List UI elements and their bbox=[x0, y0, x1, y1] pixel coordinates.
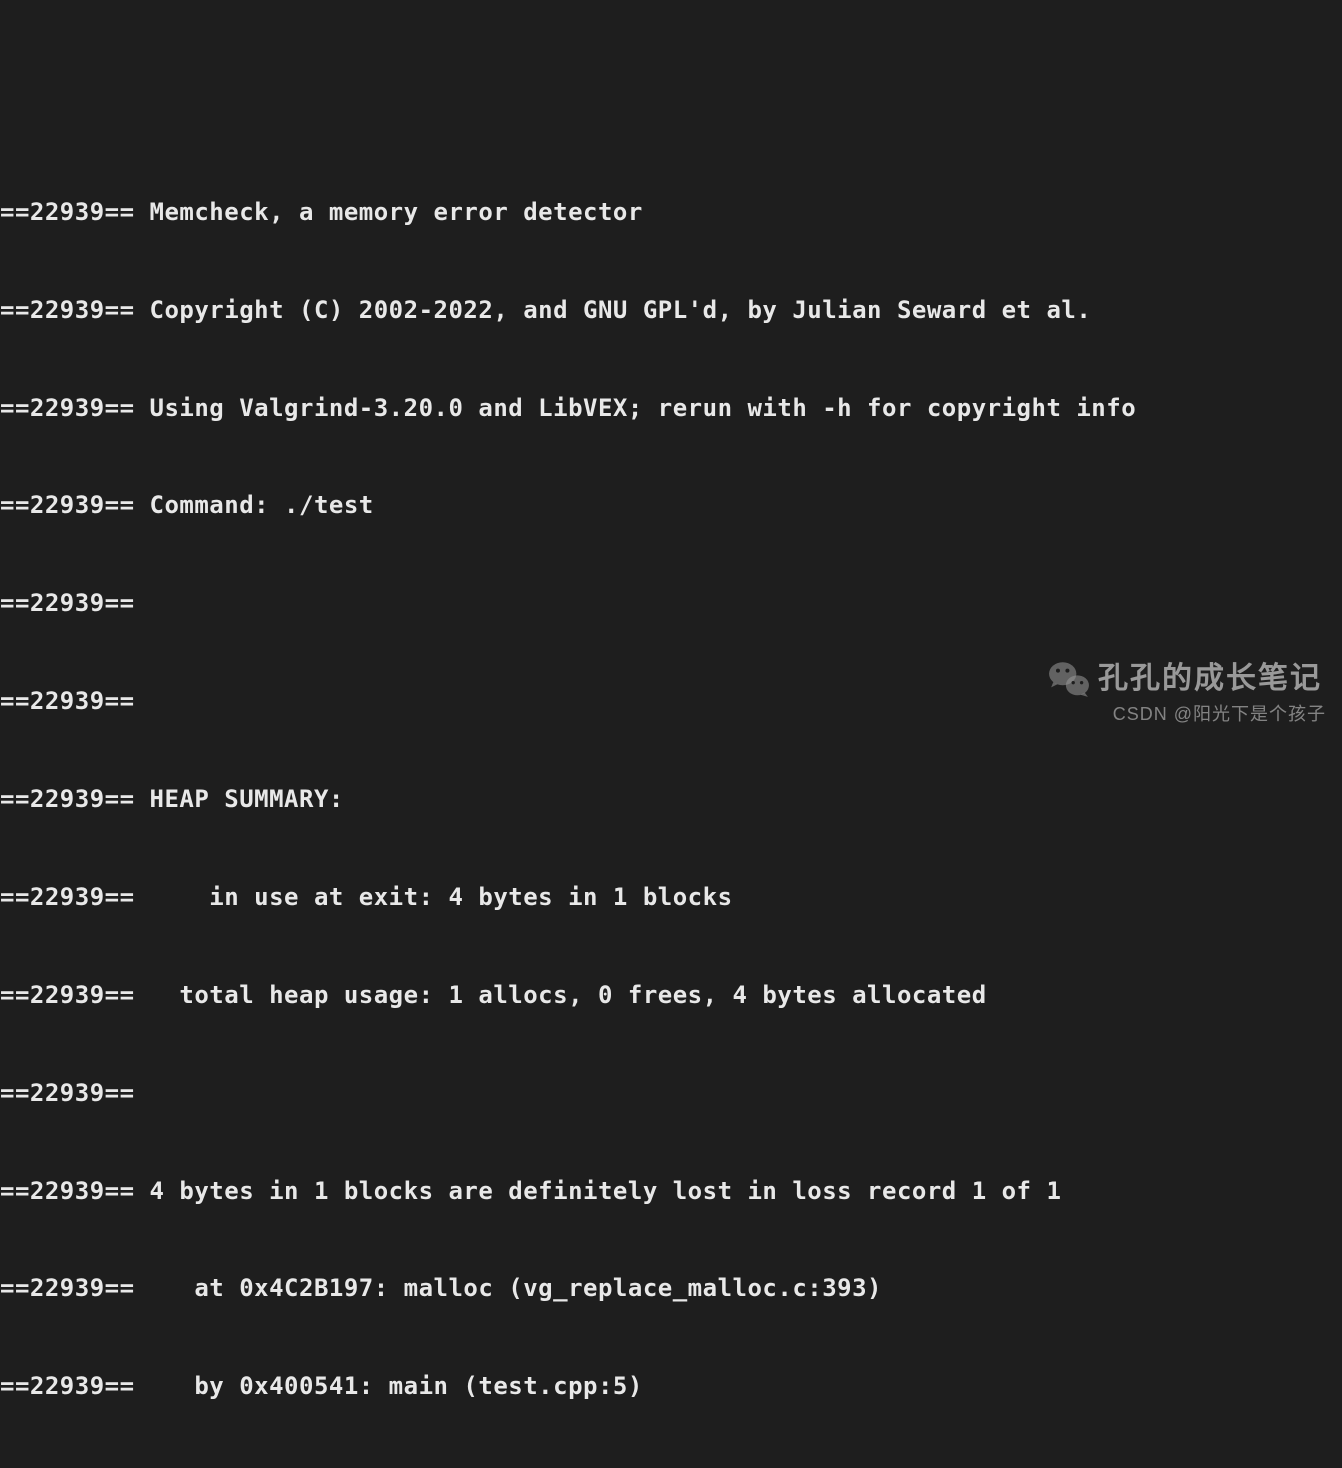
line-text: Memcheck, a memory error detector bbox=[135, 198, 643, 226]
pid-prefix: ==22939== bbox=[0, 785, 135, 813]
pid-prefix: ==22939== bbox=[0, 981, 135, 1009]
pid-prefix: ==22939== bbox=[0, 1079, 135, 1107]
wechat-watermark-text: 孔孔的成长笔记 bbox=[1098, 659, 1322, 700]
valgrind-line: ==22939== at 0x4C2B197: malloc (vg_repla… bbox=[0, 1272, 1342, 1305]
pid-prefix: ==22939== bbox=[0, 198, 135, 226]
valgrind-line: ==22939== Copyright (C) 2002-2022, and G… bbox=[0, 294, 1342, 327]
pid-prefix: ==22939== bbox=[0, 687, 135, 715]
wechat-icon bbox=[1048, 658, 1090, 700]
pid-prefix: ==22939== bbox=[0, 1274, 135, 1302]
valgrind-line: ==22939== by 0x400541: main (test.cpp:5) bbox=[0, 1370, 1342, 1403]
line-text: HEAP SUMMARY: bbox=[135, 785, 344, 813]
line-text: Using Valgrind-3.20.0 and LibVEX; rerun … bbox=[135, 394, 1137, 422]
line-text: by 0x400541: main (test.cpp:5) bbox=[135, 1372, 643, 1400]
pid-prefix: ==22939== bbox=[0, 883, 135, 911]
csdn-watermark: CSDN @阳光下是个孩子 bbox=[1113, 702, 1326, 726]
line-text: 4 bytes in 1 blocks are definitely lost … bbox=[135, 1177, 1062, 1205]
pid-prefix: ==22939== bbox=[0, 589, 135, 617]
line-text: Copyright (C) 2002-2022, and GNU GPL'd, … bbox=[135, 296, 1092, 324]
line-text: total heap usage: 1 allocs, 0 frees, 4 b… bbox=[135, 981, 987, 1009]
line-text: in use at exit: 4 bytes in 1 blocks bbox=[135, 883, 733, 911]
pid-prefix: ==22939== bbox=[0, 394, 135, 422]
valgrind-line: ==22939== bbox=[0, 1077, 1342, 1110]
valgrind-line: ==22939== in use at exit: 4 bytes in 1 b… bbox=[0, 881, 1342, 914]
valgrind-line: ==22939== Memcheck, a memory error detec… bbox=[0, 196, 1342, 229]
valgrind-line: ==22939== Using Valgrind-3.20.0 and LibV… bbox=[0, 392, 1342, 425]
valgrind-line: ==22939== HEAP SUMMARY: bbox=[0, 783, 1342, 816]
valgrind-line: ==22939== Command: ./test bbox=[0, 489, 1342, 522]
line-text: at 0x4C2B197: malloc (vg_replace_malloc.… bbox=[135, 1274, 882, 1302]
pid-prefix: ==22939== bbox=[0, 1372, 135, 1400]
pid-prefix: ==22939== bbox=[0, 296, 135, 324]
valgrind-line: ==22939== total heap usage: 1 allocs, 0 … bbox=[0, 979, 1342, 1012]
pid-prefix: ==22939== bbox=[0, 491, 135, 519]
wechat-watermark: 孔孔的成长笔记 bbox=[1048, 658, 1322, 700]
pid-prefix: ==22939== bbox=[0, 1177, 135, 1205]
line-text: Command: ./test bbox=[135, 491, 374, 519]
terminal-output: ==22939== Memcheck, a memory error detec… bbox=[0, 131, 1342, 1468]
valgrind-line: ==22939== 4 bytes in 1 blocks are defini… bbox=[0, 1175, 1342, 1208]
valgrind-line: ==22939== bbox=[0, 587, 1342, 620]
